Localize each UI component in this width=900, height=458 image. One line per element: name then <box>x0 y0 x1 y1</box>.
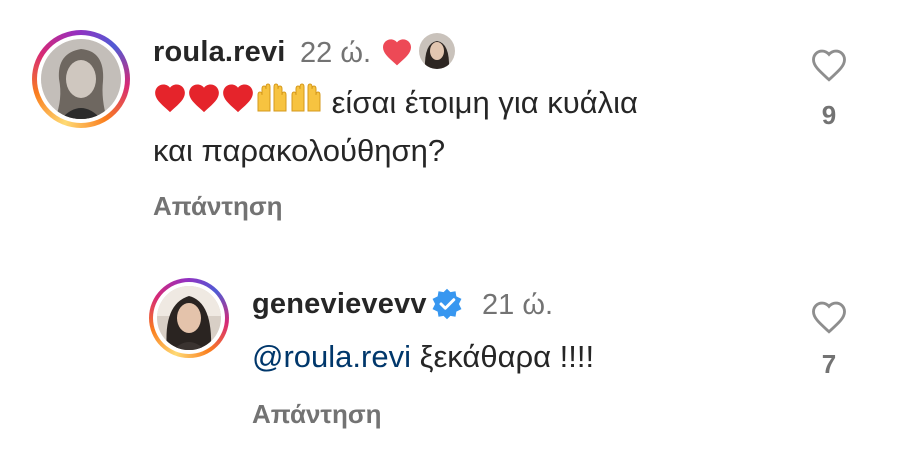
avatar[interactable] <box>157 286 221 350</box>
verified-badge-icon <box>430 287 464 326</box>
comment-time: 22 ώ. <box>300 37 372 69</box>
avatar-photo <box>157 286 221 350</box>
comment-text-body: ξεκάθαρα !!!! <box>410 339 595 374</box>
mention-link[interactable]: @roula.revi <box>252 339 411 374</box>
heart-emoji-icon <box>221 81 255 128</box>
reply-button[interactable]: Απάντηση <box>252 399 382 430</box>
heart-emoji-icon <box>187 81 221 128</box>
raising-hands-emoji-icon <box>289 81 323 128</box>
comment-username[interactable]: roula.revi <box>153 36 286 69</box>
comment-text-line2: και παρακολούθηση? <box>153 133 446 169</box>
comment-time: 21 ώ. <box>482 289 554 321</box>
author-liked-heart-icon <box>381 37 413 72</box>
comment-roula: roula.revi 22 ώ. είσαι έτοιμη για κυάλια… <box>0 0 900 250</box>
reply-button[interactable]: Απάντηση <box>153 191 283 222</box>
comment-text: είσαι έτοιμη για κυάλια και παρακολούθησ… <box>153 80 793 174</box>
comment-username[interactable]: genevievevv <box>252 288 427 321</box>
avatar[interactable] <box>41 39 121 119</box>
comment-text: @roula.revi ξεκάθαρα !!!! <box>252 334 812 380</box>
like-count: 9 <box>821 100 837 130</box>
comment-text-line1: είσαι έτοιμη για κυάλια <box>323 85 638 120</box>
comment-genevieve: genevievevv 21 ώ. @roula.revi ξεκάθαρα !… <box>0 250 900 458</box>
like-count: 7 <box>821 349 837 379</box>
like-heart-icon[interactable] <box>810 47 848 88</box>
author-avatar <box>419 33 455 69</box>
heart-emoji-icon <box>153 81 187 128</box>
avatar-photo <box>41 39 121 119</box>
like-heart-icon[interactable] <box>810 299 848 340</box>
raising-hands-emoji-icon <box>255 81 289 128</box>
